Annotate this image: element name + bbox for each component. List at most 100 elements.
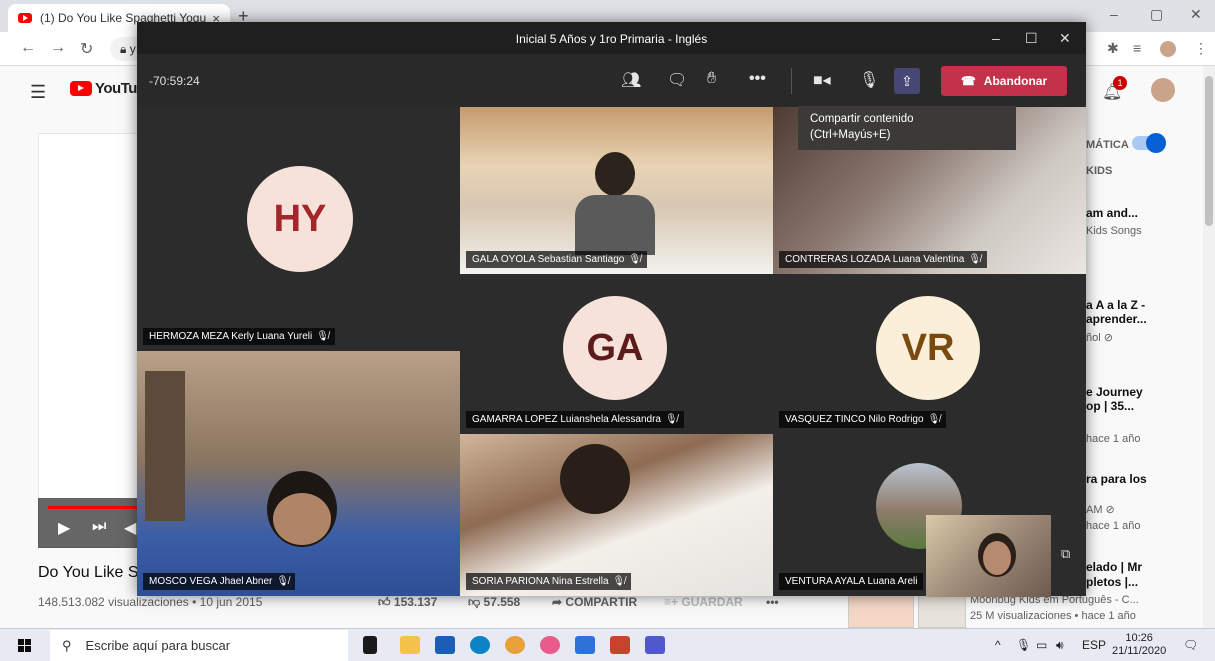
rec-3-title-l1[interactable]: e Journey — [1086, 385, 1143, 400]
tray-mic-icon[interactable]: 🎙︎ — [1016, 638, 1031, 652]
reload-icon[interactable]: ↻ — [80, 39, 93, 59]
tray-language[interactable]: ESP — [1082, 638, 1106, 652]
rec-5-title-l2[interactable]: pletos |... — [1086, 575, 1138, 590]
next-icon[interactable]: ⏭ — [92, 518, 106, 536]
photos-icon[interactable] — [540, 636, 560, 654]
participant-name: SORIA PARIONA Nina Estrella — [472, 576, 609, 587]
mic-muted-icon: 🎙︎̸ — [968, 254, 982, 265]
powerpoint-icon[interactable] — [610, 636, 630, 654]
participant-tile-vasquez[interactable]: VR VASQUEZ TINCO Nilo Rodrigo 🎙︎̸ — [773, 274, 1086, 434]
playlist-add-icon: ≡+ — [664, 595, 679, 609]
teams-minimize-button[interactable]: – — [992, 30, 1000, 46]
browser-close-button[interactable]: ✕ — [1190, 6, 1202, 23]
more-options-icon[interactable]: ••• — [749, 70, 766, 88]
extensions-puzzle-icon[interactable]: ✱ — [1107, 40, 1119, 57]
rec-5-title-l1[interactable]: elado | Mr — [1086, 560, 1142, 575]
action-center-icon[interactable]: 🗨︎ — [1183, 638, 1198, 652]
rec-3-title-l2[interactable]: op | 35... — [1086, 399, 1134, 414]
mic-muted-icon: 🎙︎̸ — [316, 331, 329, 342]
browser-restore-button[interactable]: ▢ — [1150, 6, 1163, 23]
browser-menu-icon[interactable]: ⋮ — [1194, 40, 1208, 57]
mail-icon[interactable] — [435, 636, 455, 654]
tray-volume-icon[interactable]: 🔊︎ — [1056, 638, 1064, 653]
participant-tile-hermoza[interactable]: HY HERMOZA MEZA Kerly Luana Yureli 🎙︎̸ — [137, 107, 460, 351]
rec-2-channel: ñol ⊘ — [1086, 332, 1113, 344]
tray-network-icon[interactable]: ▭ — [1036, 638, 1047, 652]
chip-kids[interactable]: KIDS — [1086, 164, 1112, 179]
taskbar-clock[interactable]: 10:26 21/11/2020 — [1112, 632, 1166, 658]
like-button[interactable]: 👍︎ 153.137 — [378, 595, 437, 610]
autoplay-toggle[interactable] — [1132, 133, 1166, 153]
back-arrow-icon[interactable]: ← — [20, 39, 36, 57]
rec-2-title-l2[interactable]: aprender... — [1086, 312, 1147, 327]
phone-hangup-icon: ☎ — [960, 74, 976, 88]
participant-name-tag: SORIA PARIONA Nina Estrella 🎙︎̸ — [466, 573, 632, 590]
dislike-button[interactable]: 👎︎ 57.558 — [468, 595, 520, 610]
teams-close-button[interactable]: ✕ — [1059, 30, 1071, 47]
participant-tile-soria[interactable]: SORIA PARIONA Nina Estrella 🎙︎̸ — [460, 434, 773, 596]
participants-icon[interactable]: 👥︎ — [621, 70, 641, 90]
youtube-account-avatar[interactable] — [1151, 78, 1175, 102]
participant-name: VENTURA AYALA Luana Areli — [785, 576, 918, 587]
share-content-button[interactable]: ⇪ — [894, 68, 920, 94]
windows-taskbar: ⚲ Escribe aquí para buscar ^ 🎙︎ ▭ 🔊︎ ESP… — [0, 628, 1215, 661]
reading-list-icon[interactable]: ≡ — [1133, 40, 1141, 56]
tray-chevron-icon[interactable]: ^ — [995, 638, 1001, 652]
scrollbar-thumb[interactable] — [1205, 76, 1213, 226]
participant-tile-gala[interactable]: GALA OYOLA Sebastian Santiago 🎙︎̸ — [460, 107, 773, 274]
youtube-favicon-icon — [18, 13, 32, 23]
video-figure-head — [560, 444, 630, 514]
video-progress-bar[interactable] — [48, 506, 138, 509]
self-preview-video[interactable] — [926, 515, 1051, 597]
rec-2-title-l1[interactable]: a A a la Z - — [1086, 298, 1145, 313]
volume-icon[interactable]: ◀ — [124, 518, 136, 538]
task-view-icon[interactable] — [363, 636, 377, 654]
mic-muted-icon: 🎙︎̸ — [628, 254, 642, 265]
meeting-timer: -70:59:24 — [149, 74, 200, 88]
participant-name-tag: MOSCO VEGA Jhael Abner 🎙︎̸ — [143, 573, 296, 590]
page-scrollbar[interactable] — [1203, 66, 1215, 628]
windows-start-icon[interactable] — [18, 639, 31, 652]
browser-minimize-button[interactable]: – — [1110, 6, 1118, 22]
participant-name-tag: GALA OYOLA Sebastian Santiago 🎙︎̸ — [466, 251, 648, 268]
camera-app-icon[interactable] — [575, 636, 595, 654]
taskbar-search-input[interactable]: ⚲ Escribe aquí para buscar — [50, 630, 348, 661]
chrome-icon[interactable] — [505, 636, 525, 654]
play-icon[interactable]: ▶ — [58, 518, 70, 538]
share-tray-icon: ⇪ — [901, 73, 913, 89]
avatar-initials-hy: HY — [247, 166, 353, 272]
rec-3-meta: hace 1 año — [1086, 433, 1141, 445]
avatar-initials-vr: VR — [876, 296, 980, 400]
participant-name: HERMOZA MEZA Kerly Luana Yureli — [149, 331, 313, 342]
rec-4-title[interactable]: ra para los — [1086, 472, 1147, 487]
profile-avatar[interactable] — [1160, 41, 1176, 57]
raise-hand-icon[interactable]: ✋︎ — [707, 70, 716, 88]
rec-1-title[interactable]: am and... — [1086, 206, 1138, 221]
leave-meeting-button[interactable]: ☎ Abandonar — [941, 66, 1067, 96]
chat-icon[interactable]: 🗨︎ — [667, 70, 687, 90]
share-label: COMPARTIR — [565, 595, 638, 609]
save-button[interactable]: ≡+ GUARDAR — [664, 595, 743, 609]
file-explorer-icon[interactable] — [400, 636, 420, 654]
avatar-initials-ga: GA — [563, 296, 667, 400]
participant-tile-mosco[interactable]: MOSCO VEGA Jhael Abner 🎙︎̸ — [137, 351, 460, 596]
more-actions-button[interactable]: ••• — [766, 595, 779, 609]
clock-date: 21/11/2020 — [1112, 645, 1167, 657]
share-tooltip: Compartir contenido (Ctrl+Mayús+E) — [798, 106, 1016, 150]
camera-icon[interactable]: ■◂ — [813, 70, 831, 90]
hamburger-menu-icon[interactable]: ☰ — [30, 82, 46, 103]
participant-name-tag: VASQUEZ TINCO Nilo Rodrigo 🎙︎̸ — [779, 411, 947, 428]
thumbs-down-icon: 👎︎ — [468, 595, 481, 609]
forward-arrow-icon[interactable]: → — [50, 39, 66, 57]
mic-muted-icon: 🎙︎̸ — [664, 414, 678, 425]
autoplay-label: MÁTICA — [1086, 139, 1129, 151]
video-player[interactable] — [38, 133, 138, 548]
teams-app-icon[interactable] — [645, 636, 665, 654]
edge-icon[interactable] — [470, 636, 490, 654]
expand-self-view-icon[interactable]: ⧉ — [1061, 546, 1070, 562]
share-button[interactable]: ➦ COMPARTIR — [552, 595, 637, 609]
microphone-icon[interactable]: 🎙︎ — [859, 70, 879, 90]
participant-name: GALA OYOLA Sebastian Santiago — [472, 254, 625, 265]
teams-maximize-button[interactable]: ☐ — [1025, 30, 1038, 47]
participant-tile-gamarra[interactable]: GA GAMARRA LOPEZ Luianshela Alessandra 🎙… — [460, 274, 773, 434]
